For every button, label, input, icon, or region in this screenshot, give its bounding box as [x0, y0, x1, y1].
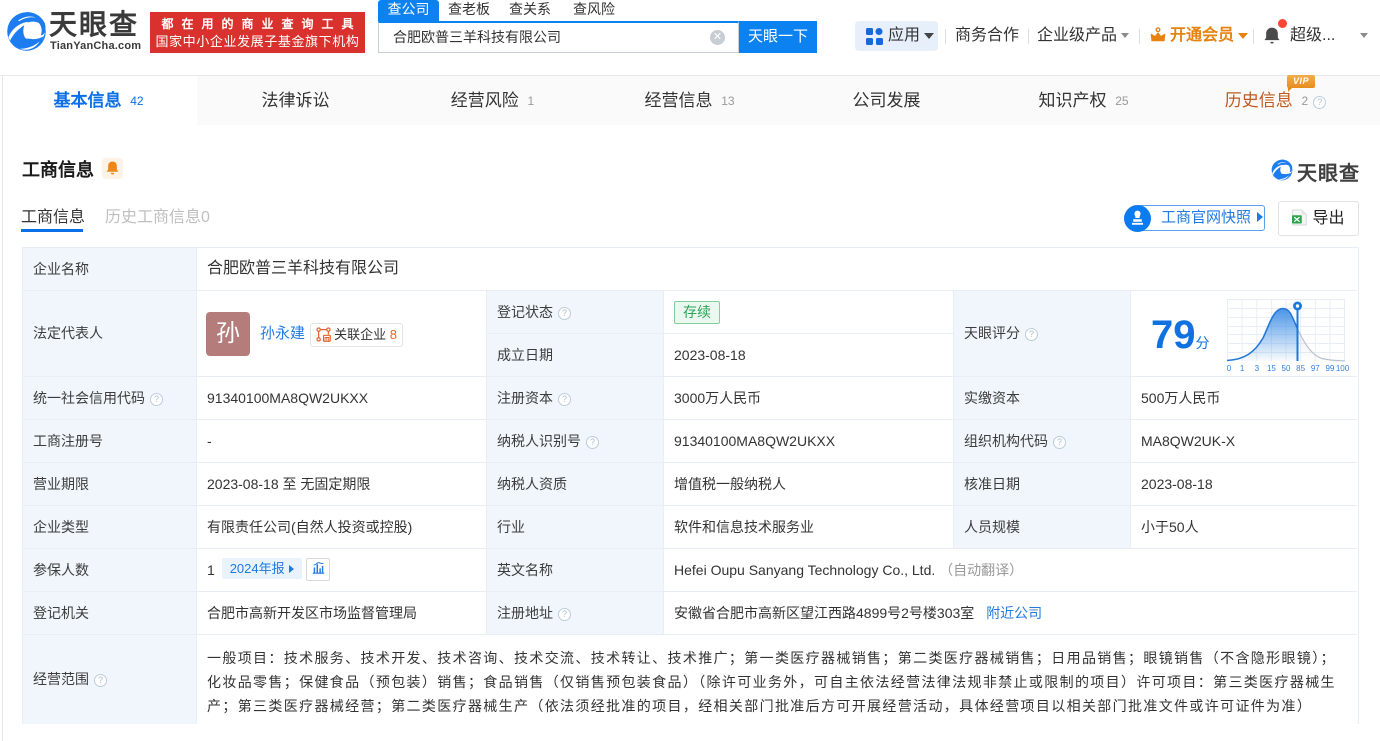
svg-text:0: 0	[1227, 364, 1232, 373]
svg-text:100: 100	[1336, 364, 1350, 373]
svg-text:97: 97	[1311, 364, 1320, 373]
svg-text:1: 1	[1240, 364, 1245, 373]
svg-text:85: 85	[1296, 364, 1305, 373]
svg-text:15: 15	[1267, 364, 1276, 373]
svg-text:3: 3	[1255, 364, 1260, 373]
svg-text:99: 99	[1325, 364, 1334, 373]
svg-text:50: 50	[1282, 364, 1291, 373]
